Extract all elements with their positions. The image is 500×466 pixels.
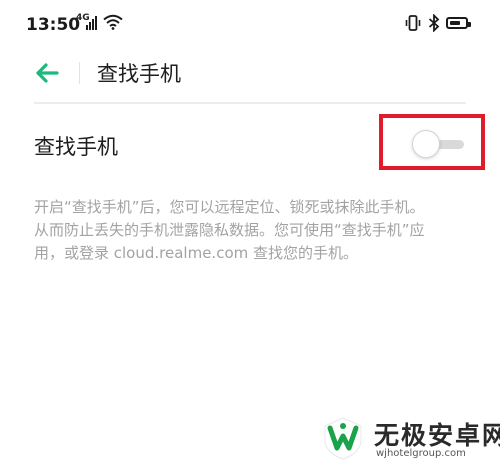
arrow-left-icon (36, 63, 59, 83)
watermark-url: wjhotelgroup.com (376, 448, 466, 459)
battery-icon (446, 17, 471, 29)
signal-icon (86, 16, 98, 30)
watermark-site-name: 无极安卓网 (374, 421, 500, 450)
site-logo-icon (324, 417, 362, 460)
setting-label: 查找手机 (34, 135, 118, 159)
header-divider (34, 102, 466, 104)
description-line: 从而防止丢失的手机泄露隐私数据。您可使用“查找手机”应 (34, 221, 425, 239)
wifi-icon (103, 14, 123, 30)
site-watermark: 无极安卓网 wjhotelgroup.com (318, 410, 500, 466)
setting-description: 开启“查找手机”后，您可以远程定位、锁死或抹除此手机。 从而防止丢失的手机泄露隐… (34, 196, 474, 265)
status-bar: 13:50 4G (0, 0, 500, 52)
description-line: 用，或登录 cloud.realme.com 查找您的手机。 (34, 244, 358, 262)
find-phone-toggle[interactable] (412, 130, 466, 160)
toggle-knob (412, 130, 440, 158)
find-phone-setting-row[interactable]: 查找手机 (0, 114, 500, 176)
back-button[interactable] (30, 56, 64, 90)
title-divider (79, 62, 80, 84)
bluetooth-icon (428, 14, 440, 32)
vibrate-icon (405, 15, 421, 31)
page-title: 查找手机 (97, 62, 181, 86)
app-bar: 查找手机 (0, 52, 500, 102)
status-time: 13:50 (26, 15, 81, 35)
description-line: 开启“查找手机”后，您可以远程定位、锁死或抹除此手机。 (34, 198, 425, 216)
